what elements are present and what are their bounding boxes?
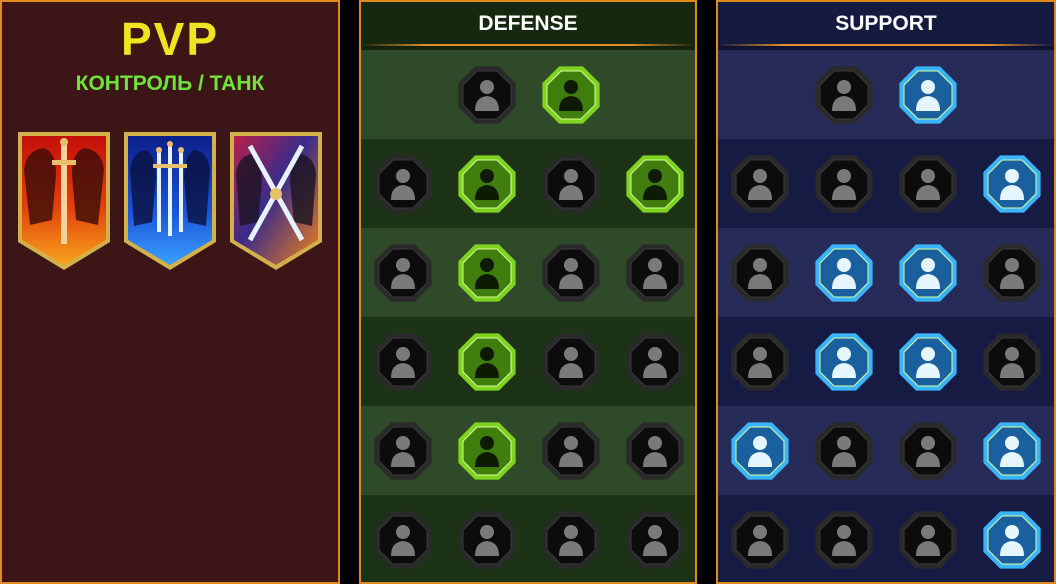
bricks-icon[interactable] [455, 63, 519, 127]
defense-tier-row [361, 139, 695, 228]
winged-shield-icon[interactable] [455, 508, 519, 572]
support-tier-row [718, 228, 1054, 317]
support-tree-panel: SUPPORT [716, 0, 1056, 584]
eagle-icon[interactable] [980, 508, 1044, 572]
fist-icon[interactable] [539, 63, 603, 127]
sun-skull-icon[interactable] [539, 419, 603, 483]
knight-shield-icon[interactable] [455, 241, 519, 305]
support-tier-row [718, 317, 1054, 406]
support-tier-row [718, 139, 1054, 228]
twin-figures-icon[interactable] [980, 241, 1044, 305]
grab-hand-icon[interactable] [623, 419, 687, 483]
defense-tier-row [361, 50, 695, 139]
support-tier-row [718, 495, 1054, 582]
shield-aura-icon[interactable] [812, 152, 876, 216]
praying-hands-icon[interactable] [728, 152, 792, 216]
fireball-icon[interactable] [812, 330, 876, 394]
boot-icon[interactable] [812, 419, 876, 483]
buff-figure-icon[interactable] [728, 241, 792, 305]
defense-tier-row [361, 406, 695, 495]
defense-tier-row [361, 228, 695, 317]
arrow-pierce-icon[interactable] [980, 419, 1044, 483]
claw-marks-icon[interactable] [455, 419, 519, 483]
shield-chevron-icon[interactable] [371, 152, 435, 216]
dash-runner-icon[interactable] [371, 419, 435, 483]
lightning-icon[interactable] [812, 241, 876, 305]
fist-cave-icon[interactable] [896, 508, 960, 572]
bull-skull-icon[interactable] [623, 330, 687, 394]
support-banner-icon [230, 132, 322, 270]
cracked-lightning-icon[interactable] [896, 241, 960, 305]
potion-icon[interactable] [728, 508, 792, 572]
defense-tree-panel: DEFENSE [359, 0, 697, 584]
crowd-icon[interactable] [371, 330, 435, 394]
defense-tier-row [361, 495, 695, 582]
defense-tree-title: DEFENSE [361, 2, 695, 46]
support-tier-row [718, 50, 1054, 139]
hooded-figure-icon[interactable] [623, 241, 687, 305]
heart-skull-icon[interactable] [539, 241, 603, 305]
ice-blade-icon[interactable] [980, 152, 1044, 216]
flame-warrior-icon[interactable] [371, 508, 435, 572]
bearded-warrior-icon[interactable] [539, 508, 603, 572]
eye-icon[interactable] [896, 419, 960, 483]
fierce-eyes-icon[interactable] [980, 330, 1044, 394]
support-tree-title: SUPPORT [718, 2, 1054, 46]
heart-plus-icon[interactable] [812, 63, 876, 127]
compass-star-icon[interactable] [728, 419, 792, 483]
hand-icon[interactable] [539, 330, 603, 394]
muscle-man-icon[interactable] [623, 508, 687, 572]
defense-banner-icon [124, 132, 216, 270]
stone-golem-icon[interactable] [539, 152, 603, 216]
heart-shield-icon[interactable] [455, 152, 519, 216]
crossed-blades-icon[interactable] [623, 152, 687, 216]
pvp-build-panel: PVP КОНТРОЛЬ / ТАНК [0, 0, 340, 584]
speed-orbit-icon[interactable] [896, 63, 960, 127]
chain-heart-icon[interactable] [728, 330, 792, 394]
defense-tier-row [361, 317, 695, 406]
offense-banner-icon [18, 132, 110, 270]
build-type-subtitle: КОНТРОЛЬ / ТАНК [75, 72, 265, 95]
smoke-skull-icon[interactable] [896, 152, 960, 216]
hourglass-icon[interactable] [455, 330, 519, 394]
support-tier-row [718, 406, 1054, 495]
open-book-icon[interactable] [896, 330, 960, 394]
winged-skull-icon[interactable] [812, 508, 876, 572]
fighter-icon[interactable] [371, 241, 435, 305]
pvp-title: PVP [120, 13, 220, 65]
